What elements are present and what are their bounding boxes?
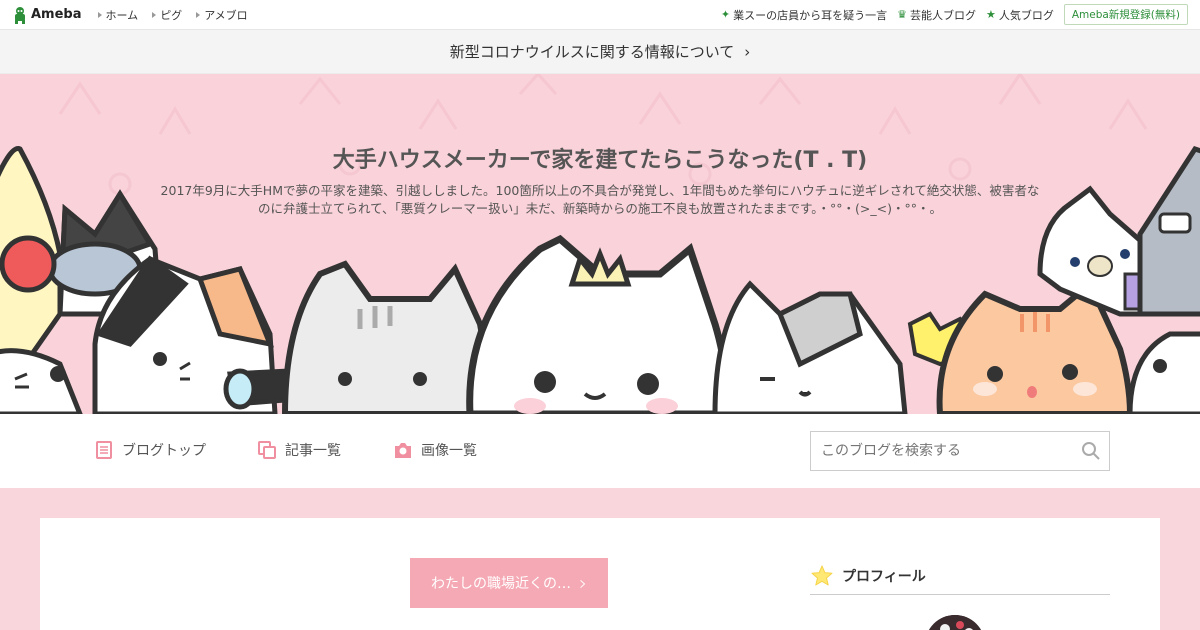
- blog-search-input[interactable]: [811, 432, 1081, 470]
- nav-pigg-link[interactable]: ピグ: [152, 7, 182, 23]
- top-bar: Ameba ホーム ピグ アメブロ ✦ 業スーの店員から耳を疑う一言 ♛ 芸能人ブロ…: [0, 0, 1200, 30]
- nav-image-list-label: 画像一覧: [421, 443, 477, 459]
- triangle-icon: [97, 11, 102, 18]
- celebrity-blog-label: 芸能人ブログ: [909, 8, 976, 22]
- notice-text: 新型コロナウイルスに関する情報について: [449, 43, 735, 61]
- trending-link[interactable]: ✦ 業スーの店員から耳を疑う一言: [721, 7, 887, 23]
- top-nav: ホーム ピグ アメブロ: [97, 7, 262, 23]
- nav-ameblo-link[interactable]: アメブロ: [196, 7, 248, 23]
- cat-header-illustration: [0, 74, 1200, 414]
- trending-label: 業スーの店員から耳を疑う一言: [733, 8, 888, 22]
- ameba-logo[interactable]: Ameba: [12, 6, 82, 24]
- nav-ameblo-label: アメブロ: [204, 8, 248, 22]
- nav-article-list[interactable]: 記事一覧: [258, 440, 341, 460]
- nav-home-label: ホーム: [105, 8, 139, 22]
- star-icon: [811, 565, 833, 586]
- profile-heading: プロフィール: [810, 558, 1110, 595]
- nav-blog-top[interactable]: ブログトップ: [95, 440, 206, 460]
- triangle-icon: [152, 11, 157, 18]
- covid-notice-link[interactable]: 新型コロナウイルスに関する情報について ›: [0, 30, 1200, 74]
- search-icon[interactable]: [1081, 441, 1101, 461]
- profile-heading-label: プロフィール: [842, 569, 926, 585]
- main-content: わたしの職場近くの… › プロフィール: [40, 518, 1160, 630]
- blog-description: 2017年9月に大手HMで夢の平家を建築、引越ししました。100箇所以上の不具合…: [160, 183, 1040, 216]
- popular-blog-label: 人気ブログ: [998, 8, 1054, 22]
- blog-header: 大手ハウスメーカーで家を建てたらこうなった(T . T) 2017年9月に大手H…: [0, 74, 1200, 414]
- star-icon: ★: [985, 8, 996, 21]
- top-right-links: ✦ 業スーの店員から耳を疑う一言 ♛ 芸能人ブログ ★ 人気ブログ Ameba新規登録…: [711, 4, 1188, 25]
- nav-image-list[interactable]: 画像一覧: [394, 440, 477, 460]
- nav-home-link[interactable]: ホーム: [97, 7, 139, 23]
- chevron-right-icon: ›: [579, 571, 587, 595]
- popular-blog-link[interactable]: ★ 人気ブログ: [986, 7, 1054, 23]
- copy-icon: [258, 441, 276, 459]
- chevron-right-icon: ›: [744, 42, 751, 61]
- triangle-icon: [196, 11, 201, 18]
- crown-icon: ♛: [897, 8, 907, 21]
- nav-blog-top-label: ブログトップ: [122, 443, 206, 459]
- avatar-image: [925, 615, 985, 630]
- logo-text: Ameba: [31, 7, 82, 22]
- sparkle-icon: ✦: [720, 8, 731, 21]
- article-link-button[interactable]: わたしの職場近くの… ›: [410, 558, 608, 608]
- ameba-logo-icon: [15, 6, 25, 24]
- camera-icon: [395, 443, 411, 458]
- document-icon: [96, 441, 112, 459]
- register-button[interactable]: Ameba新規登録(無料): [1063, 4, 1188, 25]
- blog-search-box: [810, 431, 1110, 471]
- article-link-label: わたしの職場近くの…: [431, 576, 571, 592]
- blog-title[interactable]: 大手ハウスメーカーで家を建てたらこうなった(T . T): [0, 142, 1200, 174]
- avatar[interactable]: [925, 615, 985, 630]
- celebrity-blog-link[interactable]: ♛ 芸能人ブログ: [897, 7, 976, 23]
- blog-nav: ブログトップ 記事一覧 画像一覧: [0, 414, 1200, 488]
- nav-article-list-label: 記事一覧: [285, 443, 341, 459]
- nav-pigg-label: ピグ: [160, 8, 183, 22]
